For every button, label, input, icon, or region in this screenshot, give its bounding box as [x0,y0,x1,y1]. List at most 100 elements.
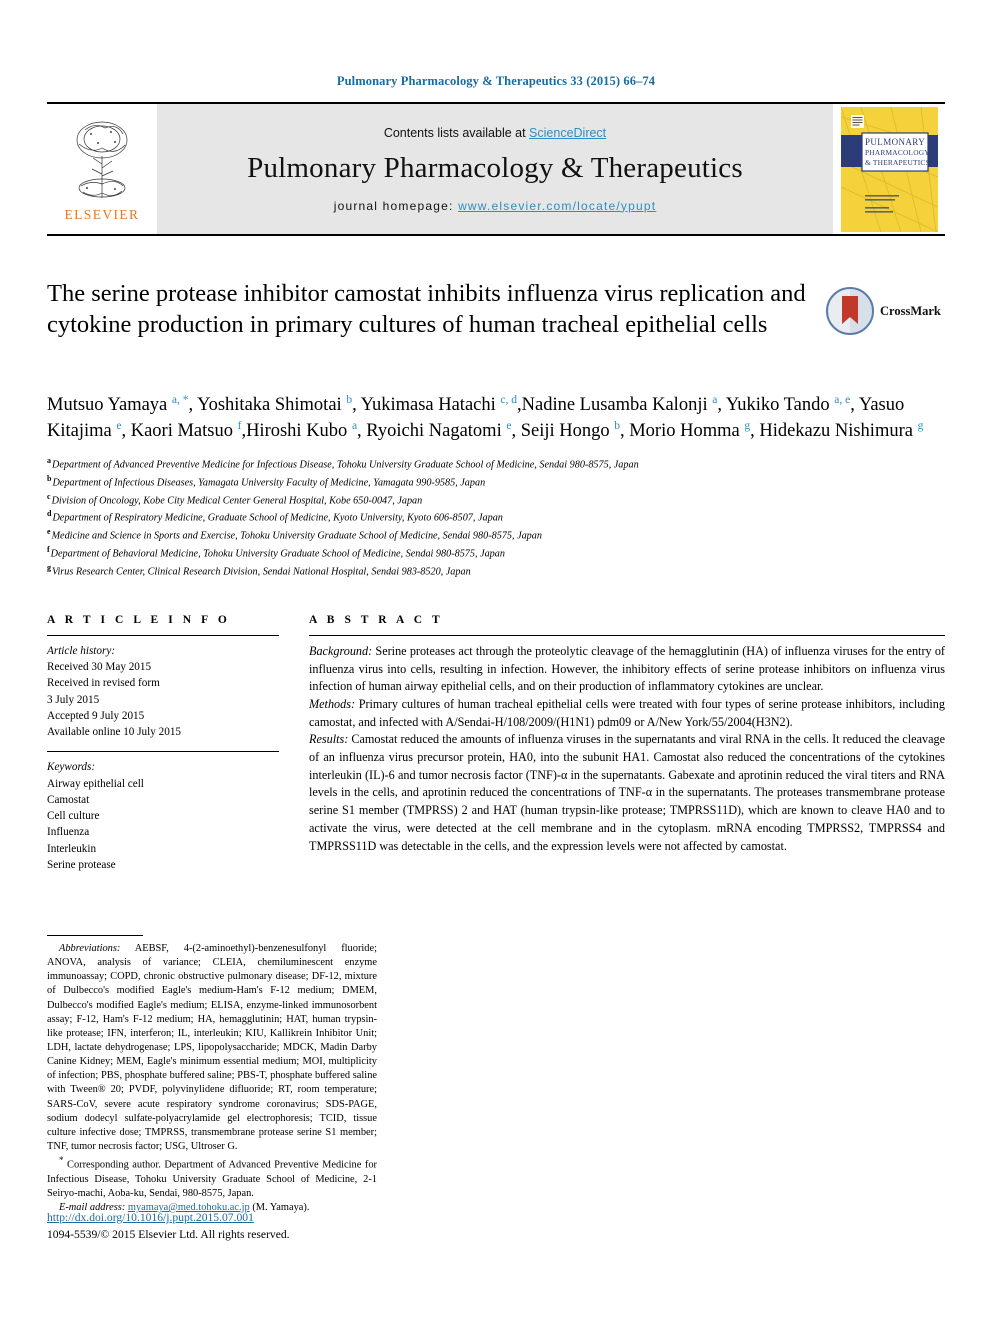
abstract-section-text: Camostat reduced the amounts of influenz… [309,732,945,853]
affiliation-line: cDivision of Oncology, Kobe City Medical… [47,491,945,509]
author-separator: , [121,421,131,442]
author-name: Ryoichi Nagatomi [366,421,507,442]
affiliation-mark: e [47,527,51,537]
corresponding-author-text: Corresponding author. Department of Adva… [47,1159,377,1199]
journal-title: Pulmonary Pharmacology & Therapeutics [247,151,743,184]
article-info-column: A R T I C L E I N F O Article history: R… [47,614,279,873]
author-separator: , [511,421,521,442]
affiliation-mark: d [47,509,52,519]
keyword-item: Interleukin [47,842,97,855]
abstract-section: Results: Camostat reduced the amounts of… [309,731,945,855]
crossmark-label: CrossMark [880,303,941,318]
author-separator: , [750,421,760,442]
keywords-label: Keywords: [47,761,96,774]
author-list: Mutsuo Yamaya a, *, Yoshitaka Shimotai b… [47,392,945,445]
contents-prefix: Contents lists available at [383,125,530,140]
abstract-body: Background: Serine proteases act through… [309,643,945,855]
keywords-rule [47,751,279,753]
author-affiliation-mark: a, * [171,394,189,406]
abstract-section-label: Background: [309,643,373,658]
abstract-section: Methods: Primary cultures of human trach… [309,696,945,731]
affiliation-text: Department of Advanced Preventive Medici… [52,459,639,471]
svg-text:PHARMACOLOGY: PHARMACOLOGY [865,148,930,157]
author-separator: , [717,395,726,416]
crossmark-icon [826,287,874,335]
author-name: Kaori Matsuo [130,421,238,442]
article-info-heading: A R T I C L E I N F O [47,613,231,626]
article-info-rule [47,634,279,636]
running-head: Pulmonary Pharmacology & Therapeutics 33… [336,74,656,88]
article-history-label: Article history: [47,644,116,657]
affiliation-mark: g [47,563,51,573]
affiliation-text: Department of Behavioral Medicine, Tohok… [50,548,505,560]
affiliation-line: bDepartment of Infectious Diseases, Yama… [47,473,945,491]
keyword-item: Cell culture [47,810,100,823]
journal-cover-thumbnail: PULMONARY PHARMACOLOGY & THERAPEUTICS [833,104,945,234]
author-name: Yoshitaka Shimotai [197,395,347,416]
article-history-line: Available online 10 July 2015 [47,726,182,739]
abstract-section: Background: Serine proteases act through… [309,643,945,696]
abstract-section-text: Serine proteases act through the proteol… [309,643,945,694]
author-name: Seiji Hongo [520,421,615,442]
article-history-line: 3 July 2015 [47,693,100,706]
affiliation-text: Department of Infectious Diseases, Yamag… [52,477,486,489]
abstract-heading: A B S T R A C T [309,613,444,626]
author-affiliation-mark: c, d [500,394,517,406]
article-history-line: Accepted 9 July 2015 [47,709,145,722]
elsevier-wordmark: ELSEVIER [64,206,140,222]
affiliation-text: Department of Respiratory Medicine, Grad… [52,512,503,524]
author-separator: , [850,395,859,416]
abstract-column: A B S T R A C T Background: Serine prote… [309,614,945,873]
abbreviations-note: Abbreviations: AEBSF, 4-(2-aminoethyl)-b… [47,942,377,1154]
keyword-lines: Airway epithelial cell Camostat Cell cultu… [47,776,279,873]
article-history-line: Received in revised form [47,677,160,690]
title-block: The serine protease inhibitor camostat i… [47,278,945,374]
author-name: Yukimasa Hatachi [360,395,501,416]
affiliation-text: Medicine and Science in Sports and Exerc… [51,530,542,542]
affiliation-text: Virus Research Center, Clinical Research… [52,566,471,578]
author-name: Mutsuo Yamaya [47,395,172,416]
footnote-block: Abbreviations: AEBSF, 4-(2-aminoethyl)-b… [47,935,377,1215]
journal-masthead: ELSEVIER Contents lists available at Sci… [47,102,945,236]
abstract-rule [309,634,945,636]
abbreviations-text: AEBSF, 4-(2-aminoethyl)-benzenesulfonyl … [47,943,377,1152]
author-separator: , [619,421,630,442]
keyword-item: Influenza [47,826,90,839]
author-separator: , [352,395,361,416]
contents-available-line: Contents lists available at ScienceDirec… [384,126,606,140]
author-separator: , [357,421,367,442]
affiliation-line: aDepartment of Advanced Preventive Medic… [47,455,945,473]
author-affiliation-mark: g [917,420,924,433]
affiliation-mark: b [47,473,52,483]
abstract-section-label: Methods: [309,697,356,712]
corresponding-author-note: * Corresponding author. Department of Ad… [47,1154,377,1201]
abstract-section-text: Primary cultures of human tracheal epith… [309,697,945,729]
elsevier-logo: ELSEVIER [47,104,157,234]
keyword-item: Serine protease [47,858,116,871]
author-name: Nadine Lusamba Kalonji [521,395,713,416]
homepage-label: journal homepage: [333,198,459,213]
keyword-item: Airway epithelial cell [47,777,144,790]
affiliation-list: aDepartment of Advanced Preventive Medic… [47,455,945,580]
crossmark-badge[interactable]: CrossMark [825,280,945,342]
author-separator: , [188,395,198,416]
article-history-lines: Received 30 May 2015 Received in revised … [47,659,279,740]
abbreviations-label: Abbreviations: [59,943,121,954]
article-history-line: Received 30 May 2015 [47,661,152,674]
sciencedirect-link[interactable]: ScienceDirect [529,126,606,140]
affiliation-mark: f [47,545,50,555]
svg-text:& THERAPEUTICS: & THERAPEUTICS [865,158,930,167]
affiliation-mark: a [47,455,51,465]
copyright-line: 1094-5539/© 2015 Elsevier Ltd. All right… [47,1227,290,1241]
author-affiliation-mark: a, e [834,394,851,406]
elsevier-tree-icon [76,121,128,198]
paper-page: Pulmonary Pharmacology & Therapeutics 33… [0,0,992,1323]
affiliation-line: eMedicine and Science in Sports and Exer… [47,526,945,544]
footer-block: http://dx.doi.org/10.1016/j.pupt.2015.07… [47,1210,290,1244]
doi-link[interactable]: http://dx.doi.org/10.1016/j.pupt.2015.07… [47,1211,254,1224]
masthead-center: Contents lists available at ScienceDirec… [157,104,833,234]
page-title: The serine protease inhibitor camostat i… [47,280,806,339]
journal-homepage-line: journal homepage: www.elsevier.com/locat… [334,199,657,213]
journal-homepage-link[interactable]: www.elsevier.com/locate/ypupt [458,199,656,213]
author-name: Yukiko Tando [725,395,835,416]
